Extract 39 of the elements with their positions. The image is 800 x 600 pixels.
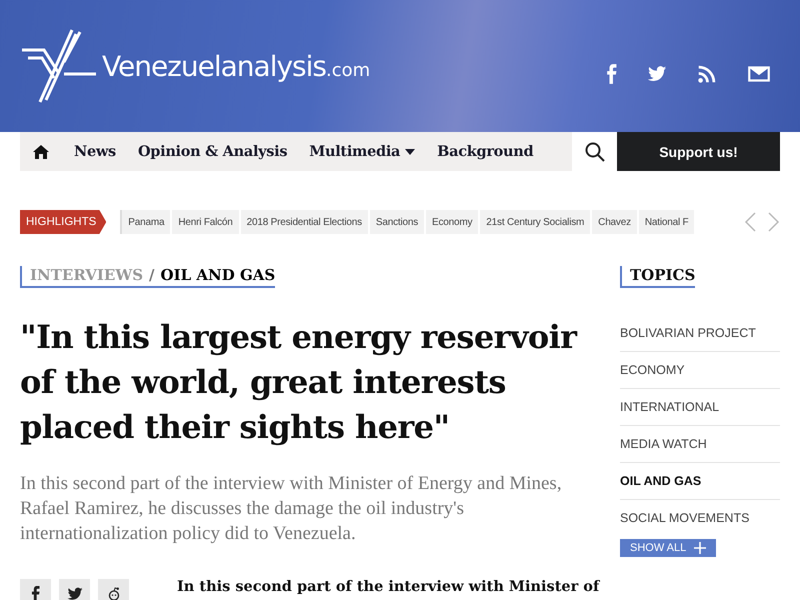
show-all-button[interactable]: SHOW ALL (620, 539, 716, 557)
article-body-text: In this second part of the interview with Minister of (177, 578, 600, 597)
breadcrumb-separator: / (149, 266, 155, 284)
nav-link[interactable]: Opinion & Analysis (126, 143, 298, 160)
topic-link[interactable]: BOLIVARIAN PROJECT (620, 316, 780, 352)
tag-link[interactable]: 2018 Presidential Elections (240, 210, 368, 234)
subsection-link[interactable]: OIL AND GAS (160, 266, 276, 284)
twitter-share-button[interactable] (59, 579, 90, 600)
facebook-icon (30, 585, 40, 600)
article-headline: "In this largest energy reservoir of the world, great interests placed their sights here" (20, 317, 578, 448)
tag-link[interactable]: Sanctions (370, 210, 424, 234)
tag-link[interactable]: Economy (426, 210, 478, 234)
home-icon[interactable] (33, 144, 49, 160)
article-standfirst: In this second part of the interview with Minister of Energy and Mines, Rafael Ramirez, he discusses the damage the oil industry's internationalization policy did to Venezuela. (20, 472, 563, 546)
site-logo-text[interactable]: Venezuelanalysis.com (102, 50, 370, 82)
facebook-share-button[interactable] (20, 579, 51, 600)
topic-link[interactable]: SOCIAL MOVEMENTS (620, 501, 780, 536)
topics-heading: TOPICS (620, 266, 696, 288)
tag-link[interactable]: Panama (122, 210, 170, 234)
topic-link[interactable]: ECONOMY (620, 353, 780, 389)
tag-link[interactable]: Henri Falcón (172, 210, 239, 234)
facebook-icon[interactable] (606, 63, 618, 85)
tag-link[interactable]: 21st Century Socialism (480, 210, 590, 234)
reddit-share-button[interactable] (98, 579, 129, 600)
nav-link[interactable]: Multimedia (298, 143, 426, 160)
tag-link[interactable]: Chavez (592, 210, 637, 234)
plus-icon (694, 542, 706, 554)
topic-link[interactable]: OIL AND GAS (620, 464, 780, 500)
search-icon[interactable] (584, 142, 604, 162)
nav-link[interactable]: News (63, 143, 127, 160)
nav-link[interactable]: Background (426, 143, 544, 160)
logo-icon (20, 28, 98, 104)
topic-link[interactable]: INTERNATIONAL (620, 390, 780, 426)
topic-link[interactable]: MEDIA WATCH (620, 427, 780, 463)
support-button[interactable]: Support us! (617, 132, 780, 171)
highlights-label: HIGHLIGHTS (20, 210, 106, 234)
rss-icon[interactable] (696, 63, 718, 85)
tag-link[interactable]: National F (638, 210, 694, 234)
twitter-icon (66, 585, 84, 600)
